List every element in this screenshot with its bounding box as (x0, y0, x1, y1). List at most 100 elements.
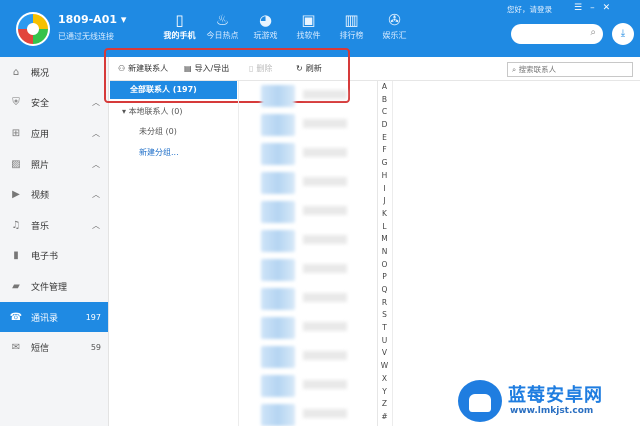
tab-games[interactable]: ◕ 玩游戏 (244, 10, 287, 41)
contact-row[interactable] (239, 342, 373, 372)
photo-icon: ▨ (11, 158, 21, 170)
alphabet-letter[interactable]: J (378, 195, 391, 208)
alphabet-letter[interactable]: A (378, 81, 391, 94)
tab-hot-news[interactable]: ♨ 今日热点 (201, 10, 244, 41)
book-icon: ▮ (13, 250, 19, 262)
alphabet-letter[interactable]: F (378, 144, 391, 157)
sidebar-item-apps[interactable]: ⊞ 应用 ︿ (0, 118, 108, 149)
alphabet-letter[interactable]: D (378, 119, 391, 132)
contact-row[interactable] (239, 284, 373, 314)
alphabet-letter[interactable]: N (378, 246, 391, 259)
contact-row[interactable] (239, 168, 373, 198)
contact-name-blurred (303, 119, 347, 128)
alphabet-letter[interactable]: X (378, 373, 391, 386)
contact-row[interactable] (239, 313, 373, 343)
contact-row[interactable] (239, 371, 373, 401)
login-link[interactable]: 您好，请登录 (507, 4, 552, 15)
contact-name-blurred (303, 90, 347, 99)
device-name[interactable]: 1809-A01 ▾ (58, 13, 126, 26)
contact-row[interactable] (239, 400, 373, 426)
contact-name-blurred (303, 206, 347, 215)
global-search-input[interactable]: ⌕ (511, 24, 603, 44)
avatar (261, 230, 295, 252)
caret-down-icon: ▾ (122, 107, 127, 116)
apps-icon: ⊞ (11, 127, 21, 139)
alphabet-letter[interactable]: # (378, 411, 391, 424)
sidebar-item-overview[interactable]: ⌂ 概况 (0, 57, 108, 88)
sidebar-item-ebooks[interactable]: ▮ 电子书 (0, 241, 108, 272)
contact-row[interactable] (239, 110, 373, 140)
contact-row[interactable] (239, 197, 373, 227)
alphabet-letter[interactable]: B (378, 94, 391, 107)
contact-row[interactable] (239, 255, 373, 285)
contact-row[interactable] (239, 81, 373, 111)
alphabet-letter[interactable]: M (378, 233, 391, 246)
minimize-icon[interactable]: – (590, 3, 595, 13)
group-local-contacts[interactable]: ▾ 本地联系人 (0) (122, 106, 182, 117)
sms-count: 59 (90, 343, 101, 353)
sidebar-item-security[interactable]: ⛨ 安全 ︿ (0, 88, 108, 119)
avatar (261, 404, 295, 426)
sidebar-item-videos[interactable]: ▶ 视频 ︿ (0, 179, 108, 210)
alphabet-letter[interactable]: Q (378, 284, 391, 297)
app-icon: ▣ (301, 11, 316, 29)
film-icon: ✇ (388, 11, 401, 29)
sidebar-item-music[interactable]: ♫ 音乐 ︿ (0, 210, 108, 241)
group-ungrouped[interactable]: 未分组 (0) (139, 126, 177, 137)
watermark: 蓝莓安卓网 www.lmkjst.com (458, 378, 640, 426)
window-controls: ☰ – ✕ (574, 3, 610, 13)
close-icon[interactable]: ✕ (603, 3, 611, 13)
avatar (261, 143, 295, 165)
search-icon[interactable]: ⌕ (590, 27, 596, 38)
tab-entertainment[interactable]: ✇ 娱乐汇 (373, 10, 416, 41)
alphabet-index: A B C D E F G H I J K L M N O P Q R S T U V W X Y Z # (378, 81, 391, 426)
phone-icon: ▯ (175, 11, 184, 29)
chevron-up-icon[interactable]: ︿ (92, 97, 100, 108)
chevron-up-icon[interactable]: ︿ (92, 220, 100, 231)
alphabet-letter[interactable]: L (378, 221, 391, 234)
tab-my-phone[interactable]: ▯ 我的手机 (158, 10, 201, 41)
alphabet-letter[interactable]: H (378, 170, 391, 183)
download-button[interactable]: ⤓ (612, 23, 634, 45)
alphabet-letter[interactable]: S (378, 309, 391, 322)
contact-search-input[interactable]: ⌕ 搜索联系人 (507, 62, 633, 77)
alphabet-letter[interactable]: U (378, 335, 391, 348)
tab-ranking[interactable]: ▥ 排行榜 (330, 10, 373, 41)
contact-name-blurred (303, 264, 347, 273)
contact-name-blurred (303, 177, 347, 186)
sidebar-item-photos[interactable]: ▨ 照片 ︿ (0, 149, 108, 180)
alphabet-letter[interactable]: Z (378, 398, 391, 411)
alphabet-letter[interactable]: W (378, 360, 391, 373)
alphabet-letter[interactable]: E (378, 132, 391, 145)
menu-icon[interactable]: ☰ (574, 3, 582, 13)
alphabet-letter[interactable]: R (378, 297, 391, 310)
sidebar-item-contacts[interactable]: ☎ 通讯录 197 (0, 301, 108, 333)
avatar (261, 288, 295, 310)
avatar (261, 85, 295, 107)
chevron-up-icon[interactable]: ︿ (92, 189, 100, 200)
chevron-up-icon[interactable]: ︿ (92, 128, 100, 139)
alphabet-letter[interactable]: C (378, 106, 391, 119)
avatar (261, 114, 295, 136)
contact-row[interactable] (239, 139, 373, 169)
sidebar-item-sms[interactable]: ✉ 短信 59 (0, 332, 108, 363)
alphabet-letter[interactable]: V (378, 347, 391, 360)
main-nav: ▯ 我的手机 ♨ 今日热点 ◕ 玩游戏 ▣ 找软件 ▥ 排行榜 ✇ 娱乐汇 (158, 10, 416, 41)
alphabet-letter[interactable]: O (378, 259, 391, 272)
contact-row[interactable] (239, 226, 373, 256)
new-group-link[interactable]: 新建分组... (139, 147, 179, 158)
sidebar-item-files[interactable]: ▰ 文件管理 (0, 271, 108, 302)
tab-software[interactable]: ▣ 找软件 (287, 10, 330, 41)
search-icon: ⌕ (512, 65, 517, 74)
alphabet-letter[interactable]: K (378, 208, 391, 221)
alphabet-letter[interactable]: I (378, 183, 391, 196)
avatar (261, 375, 295, 397)
chevron-up-icon[interactable]: ︿ (92, 159, 100, 170)
alphabet-letter[interactable]: G (378, 157, 391, 170)
alphabet-letter[interactable]: P (378, 271, 391, 284)
contact-name-blurred (303, 380, 347, 389)
shield-icon: ⛨ (12, 97, 20, 109)
alphabet-letter[interactable]: Y (378, 386, 391, 399)
alphabet-letter[interactable]: T (378, 322, 391, 335)
avatar (261, 317, 295, 339)
